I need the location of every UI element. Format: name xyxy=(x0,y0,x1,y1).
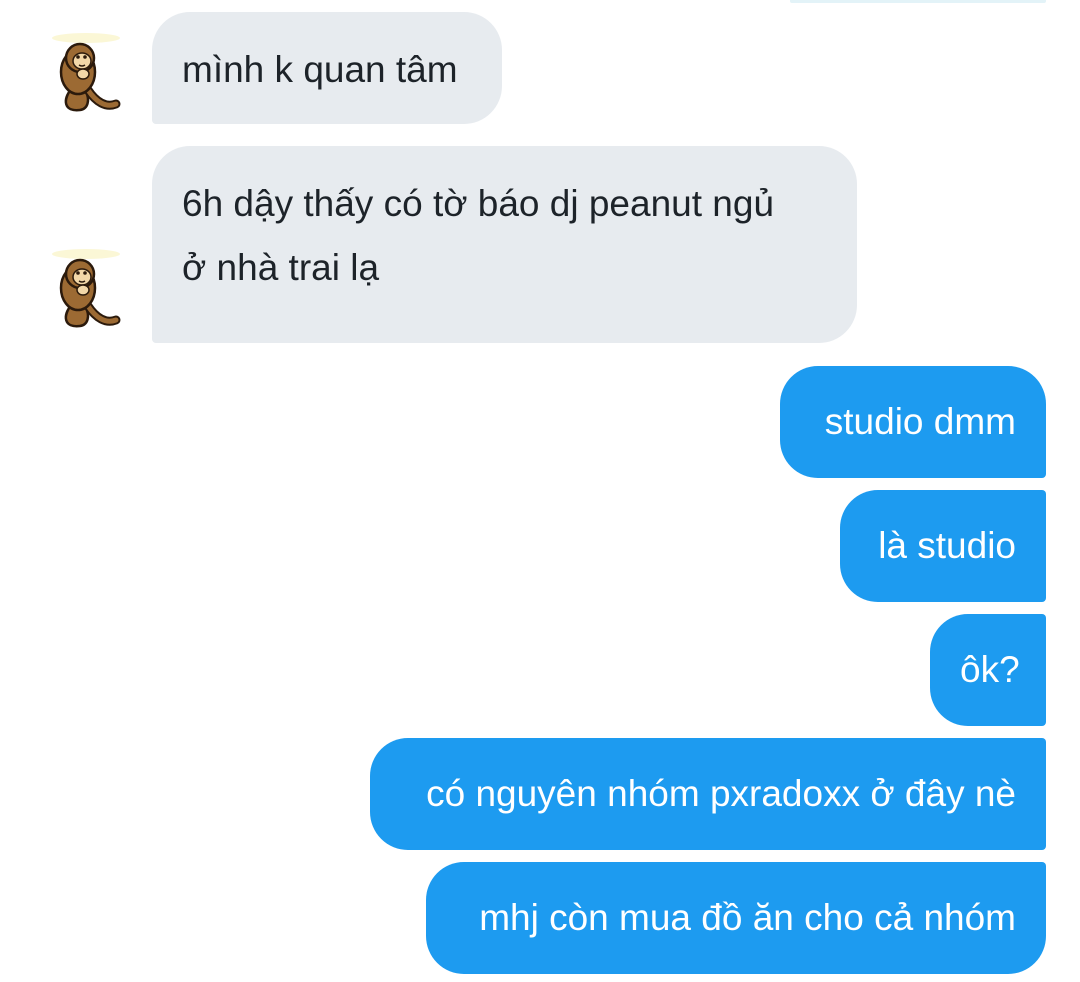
incoming-message-bubble[interactable]: 6h dậy thấy có tờ báo dj peanut ngủ ở nh… xyxy=(152,146,857,343)
incoming-message-bubble[interactable]: mình k quan tâm xyxy=(152,12,502,124)
message-text: là studio xyxy=(878,525,1016,566)
chat-thread: mình k quan tâm 6h dậy thấy có tờ báo dj… xyxy=(0,0,1080,982)
previous-message-edge xyxy=(790,0,1046,3)
monkey-sticker-avatar-icon xyxy=(52,33,121,112)
message-text: ôk? xyxy=(960,649,1020,690)
monkey-sticker-avatar-icon xyxy=(52,249,121,328)
monkey-sticker-avatar-icon[interactable] xyxy=(50,30,122,120)
message-text: 6h dậy thấy có tờ báo dj peanut ngủ xyxy=(182,183,775,224)
message-text: mình k quan tâm xyxy=(182,49,458,90)
outgoing-message-bubble[interactable]: là studio xyxy=(840,490,1046,602)
message-text: mhj còn mua đồ ăn cho cả nhóm xyxy=(479,897,1016,938)
message-text: có nguyên nhóm pxradoxx ở đây nè xyxy=(426,773,1016,814)
outgoing-message-bubble[interactable]: có nguyên nhóm pxradoxx ở đây nè xyxy=(370,738,1046,850)
outgoing-message-bubble[interactable]: mhj còn mua đồ ăn cho cả nhóm xyxy=(426,862,1046,974)
message-text: ở nhà trai lạ xyxy=(182,247,380,288)
outgoing-message-bubble[interactable]: studio dmm xyxy=(780,366,1046,478)
message-text: studio dmm xyxy=(824,401,1016,442)
monkey-sticker-avatar-icon[interactable] xyxy=(50,246,122,336)
outgoing-message-bubble[interactable]: ôk? xyxy=(930,614,1046,726)
